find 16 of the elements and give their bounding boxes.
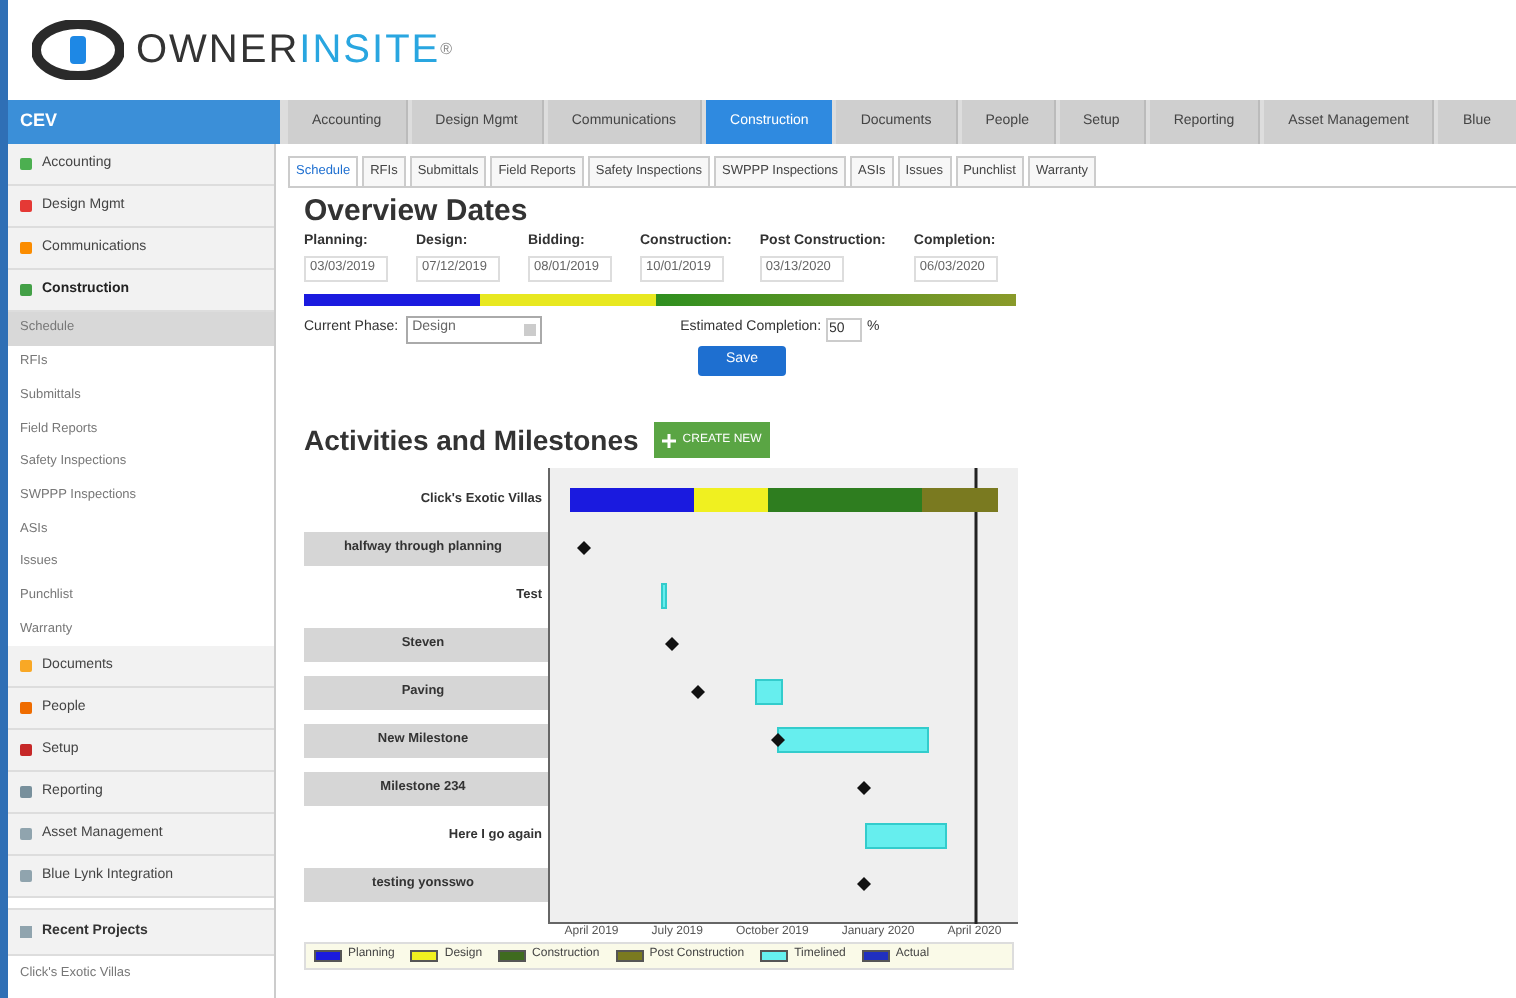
section-title: Overview Dates	[304, 194, 530, 230]
list-icon	[20, 925, 32, 938]
plus-icon	[662, 433, 677, 447]
milestone-diamond	[691, 684, 705, 698]
milestone-diamond	[665, 636, 679, 650]
milestone-diamond	[577, 540, 591, 554]
milestone-diamond	[857, 780, 871, 794]
logo-icon	[32, 20, 124, 80]
project-header: CEV	[8, 100, 280, 144]
task-bar	[661, 582, 667, 608]
milestone-diamond	[771, 732, 785, 746]
logo-wordmark: OWNERINSITE$^{®}$	[136, 26, 455, 76]
section-title: Activities and Milestones	[304, 421, 639, 459]
task-bar	[755, 678, 783, 704]
task-bar	[865, 822, 947, 848]
milestone-diamond	[857, 876, 871, 890]
